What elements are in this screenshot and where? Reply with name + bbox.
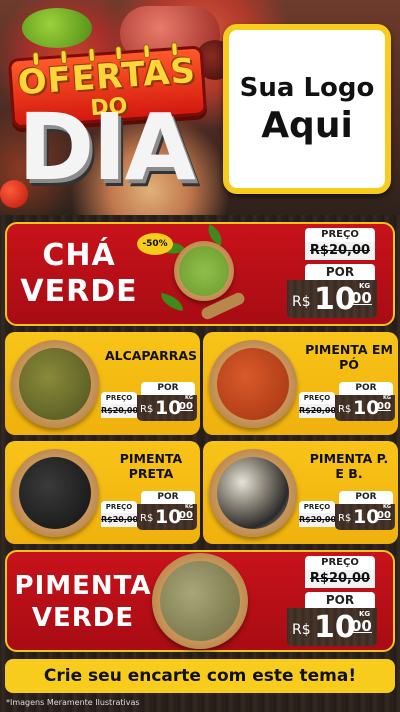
preco-label: PREÇO — [101, 501, 137, 513]
preco-label: PREÇO — [299, 392, 335, 404]
new-price: R$ 10 00 KG — [287, 608, 377, 646]
old-price: R$20,00 — [299, 513, 336, 527]
por-label: POR — [305, 592, 375, 608]
dia-title: DIA — [18, 94, 196, 201]
product-name: CHÁ VERDE — [20, 238, 138, 309]
new-price: R$ 10 00 KG — [137, 395, 197, 421]
product-bowl — [209, 449, 297, 537]
preco-label: PREÇO — [299, 501, 335, 513]
tea-bowl — [174, 241, 234, 301]
preco-label: PREÇO — [305, 228, 375, 242]
disclaimer: *Imagens Meramente Ilustrativas — [6, 698, 140, 707]
header-banner: OFERTAS DO DIA Sua Logo Aqui — [0, 0, 400, 215]
pimenta-verde-bowl — [152, 553, 248, 649]
product-card-pimenta-preta: PIMENTA PRETA PREÇO R$20,00 POR R$ 10 00 … — [5, 441, 200, 544]
old-price: R$20,00 — [305, 570, 375, 588]
product-bowl — [209, 340, 297, 428]
product-name: PIMENTA EM PÓ — [305, 342, 393, 372]
logo-placeholder: Sua Logo Aqui — [223, 24, 391, 194]
preco-label: PREÇO — [305, 556, 375, 570]
cta-banner: Crie seu encarte com este tema! — [5, 659, 395, 693]
logo-text-line2: Aqui — [261, 104, 353, 146]
product-name: PIMENTA P. E B. — [309, 451, 389, 481]
product-name: PIMENTA VERDE — [14, 571, 152, 633]
discount-badge: -50% — [137, 233, 173, 255]
product-card-alcaparras: ALCAPARRAS PREÇO R$20,00 POR R$ 10 00 KG — [5, 332, 200, 435]
vegetable-image — [22, 8, 92, 48]
new-price: R$ 10 00 KG — [287, 280, 377, 318]
old-price: R$20,00 — [305, 242, 375, 260]
por-label: POR — [339, 491, 393, 504]
new-price: R$ 10 00 KG — [137, 504, 197, 530]
por-label: POR — [141, 491, 195, 504]
por-label: POR — [339, 382, 393, 395]
old-price: R$20,00 — [299, 404, 336, 418]
product-bowl — [11, 340, 99, 428]
product-card-pimenta-p-e-b: PIMENTA P. E B. PREÇO R$20,00 POR R$ 10 0… — [203, 441, 398, 544]
product-bowl — [11, 449, 99, 537]
logo-text-line1: Sua Logo — [239, 72, 375, 103]
new-price: R$ 10 00 KG — [335, 395, 395, 421]
product-card-pimenta-em-po: PIMENTA EM PÓ PREÇO R$20,00 POR R$ 10 00 … — [203, 332, 398, 435]
old-price: R$20,00 — [101, 513, 138, 527]
por-label: POR — [141, 382, 195, 395]
preco-label: PREÇO — [101, 392, 137, 404]
product-name: PIMENTA PRETA — [119, 451, 183, 481]
por-label: POR — [305, 264, 375, 280]
new-price: R$ 10 00 KG — [335, 504, 395, 530]
old-price: R$20,00 — [101, 404, 138, 418]
product-name: ALCAPARRAS — [104, 348, 198, 363]
